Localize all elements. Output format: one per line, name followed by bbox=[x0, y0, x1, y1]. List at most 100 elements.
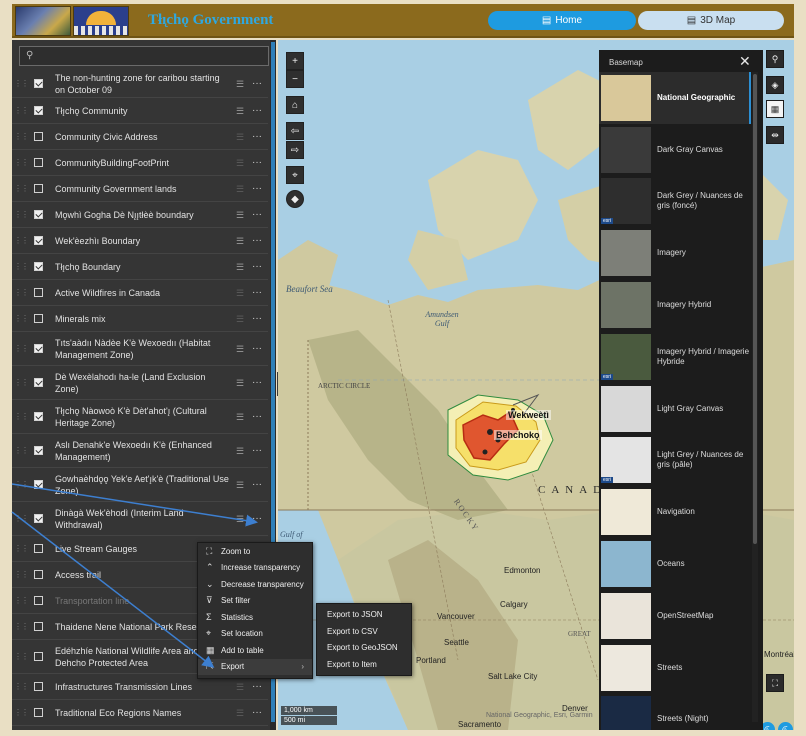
legend-icon[interactable]: ☰ bbox=[234, 157, 246, 169]
more-options-icon[interactable]: ··· bbox=[246, 131, 268, 143]
more-options-icon[interactable]: ··· bbox=[246, 343, 268, 355]
drag-handle-icon[interactable]: ⋮⋮ bbox=[14, 681, 29, 693]
more-options-icon[interactable]: ··· bbox=[246, 157, 268, 169]
zoom-out-button[interactable]: − bbox=[286, 70, 304, 88]
basemap-item[interactable]: National Geographic bbox=[599, 72, 751, 124]
drag-handle-icon[interactable]: ⋮⋮ bbox=[14, 183, 29, 195]
legend-icon[interactable]: ☰ bbox=[234, 445, 246, 457]
more-options-icon[interactable]: ··· bbox=[246, 377, 268, 389]
basemap-item[interactable]: OpenStreetMap bbox=[599, 590, 751, 642]
drag-handle-icon[interactable]: ⋮⋮ bbox=[14, 543, 29, 555]
drag-handle-icon[interactable]: ⋮⋮ bbox=[14, 209, 29, 221]
more-options-icon[interactable]: ··· bbox=[246, 209, 268, 221]
legend-icon[interactable]: ☰ bbox=[234, 261, 246, 273]
layer-visibility-checkbox[interactable] bbox=[34, 288, 43, 297]
layer-visibility-checkbox[interactable] bbox=[34, 314, 43, 323]
export-menu-item[interactable]: Export to GeoJSON bbox=[317, 640, 411, 657]
context-menu-item[interactable]: ⌖ Set location bbox=[198, 626, 312, 643]
drag-handle-icon[interactable]: ⋮⋮ bbox=[14, 595, 29, 607]
basemap-tool-button[interactable]: ▦ bbox=[766, 100, 784, 118]
basemap-item[interactable]: Streets (Night) bbox=[599, 694, 751, 730]
layer-visibility-checkbox[interactable] bbox=[34, 514, 43, 523]
layer-row[interactable]: ⋮⋮ Community Government lands ☰ ··· bbox=[12, 176, 268, 202]
compass-button[interactable]: ◆ bbox=[286, 190, 304, 208]
more-options-icon[interactable]: ··· bbox=[246, 105, 268, 117]
fullscreen-button[interactable]: ⛶ bbox=[766, 674, 784, 692]
legend-icon[interactable]: ☰ bbox=[234, 479, 246, 491]
basemap-item[interactable]: Dark Gray Canvas bbox=[599, 124, 751, 176]
layers-tool-button[interactable]: ◈ bbox=[766, 76, 784, 94]
legend-icon[interactable]: ☰ bbox=[234, 105, 246, 117]
layer-visibility-checkbox[interactable] bbox=[34, 652, 43, 661]
layer-row[interactable]: ⋮⋮ Gowhaèhdǫǫ Yek'e Aet'ı̨k'è (Traditiona… bbox=[12, 468, 268, 502]
layer-row[interactable]: ⋮⋮ CommunityBuildingFootPrint ☰ ··· bbox=[12, 150, 268, 176]
next-extent-button[interactable]: ⇨ bbox=[286, 141, 304, 159]
more-options-icon[interactable]: ··· bbox=[246, 261, 268, 273]
layer-visibility-checkbox[interactable] bbox=[34, 480, 43, 489]
layer-visibility-checkbox[interactable] bbox=[34, 262, 43, 271]
drag-handle-icon[interactable]: ⋮⋮ bbox=[14, 235, 29, 247]
more-options-icon[interactable]: ··· bbox=[246, 681, 268, 693]
more-options-icon[interactable]: ··· bbox=[246, 313, 268, 325]
layer-row[interactable]: ⋮⋮ Minerals mix ☰ ··· bbox=[12, 306, 268, 332]
more-options-icon[interactable]: ··· bbox=[246, 513, 268, 525]
close-icon[interactable]: ✕ bbox=[739, 53, 751, 70]
layer-row[interactable]: ⋮⋮ The non-hunting zone for caribou start… bbox=[12, 70, 268, 98]
legend-icon[interactable]: ☰ bbox=[234, 313, 246, 325]
drag-handle-icon[interactable]: ⋮⋮ bbox=[14, 569, 29, 581]
basemap-item[interactable]: Imagery Hybrid bbox=[599, 279, 751, 331]
context-menu-item[interactable]: ⇱ Export › bbox=[198, 658, 312, 675]
measure-tool-button[interactable]: ⇹ bbox=[766, 126, 784, 144]
layer-visibility-checkbox[interactable] bbox=[34, 132, 43, 141]
more-options-icon[interactable]: ··· bbox=[246, 411, 268, 423]
layer-visibility-checkbox[interactable] bbox=[34, 344, 43, 353]
basemap-item[interactable]: Oceans bbox=[599, 538, 751, 590]
layer-visibility-checkbox[interactable] bbox=[34, 184, 43, 193]
basemap-item[interactable]: esri Dark Grey / Nuances de gris (foncé) bbox=[599, 176, 751, 228]
tool-2-icon[interactable]: ⛏ bbox=[778, 722, 793, 730]
layer-visibility-checkbox[interactable] bbox=[34, 708, 43, 717]
more-options-icon[interactable]: ··· bbox=[246, 287, 268, 299]
basemap-item[interactable]: esri Light Grey / Nuances de gris (pâle) bbox=[599, 435, 751, 487]
legend-icon[interactable]: ☰ bbox=[234, 411, 246, 423]
legend-icon[interactable]: ☰ bbox=[234, 681, 246, 693]
layer-row[interactable]: ⋮⋮ Traditional Eco Regions Names ☰ ··· bbox=[12, 700, 268, 726]
drag-handle-icon[interactable]: ⋮⋮ bbox=[14, 313, 29, 325]
drag-handle-icon[interactable]: ⋮⋮ bbox=[14, 343, 29, 355]
home-extent-button[interactable]: ⌂ bbox=[286, 96, 304, 114]
drag-handle-icon[interactable]: ⋮⋮ bbox=[14, 287, 29, 299]
legend-icon[interactable]: ☰ bbox=[234, 513, 246, 525]
legend-icon[interactable]: ☰ bbox=[234, 131, 246, 143]
layer-visibility-checkbox[interactable] bbox=[34, 446, 43, 455]
layer-visibility-checkbox[interactable] bbox=[34, 378, 43, 387]
drag-handle-icon[interactable]: ⋮⋮ bbox=[14, 445, 29, 457]
layer-visibility-checkbox[interactable] bbox=[34, 622, 43, 631]
more-options-icon[interactable]: ··· bbox=[246, 445, 268, 457]
context-menu-item[interactable]: ⌄ Decrease transparency bbox=[198, 576, 312, 593]
more-options-icon[interactable]: ··· bbox=[246, 183, 268, 195]
search-tool-button[interactable]: ⚲ bbox=[766, 50, 784, 68]
drag-handle-icon[interactable]: ⋮⋮ bbox=[14, 513, 29, 525]
layer-visibility-checkbox[interactable] bbox=[34, 412, 43, 421]
layer-visibility-checkbox[interactable] bbox=[34, 158, 43, 167]
layer-visibility-checkbox[interactable] bbox=[34, 570, 43, 579]
basemap-scrollbar[interactable] bbox=[752, 72, 758, 722]
basemap-item[interactable]: Streets bbox=[599, 642, 751, 694]
layer-row[interactable]: ⋮⋮ Dè Wexèlahodı ha-le (Land Exclusion Zo… bbox=[12, 366, 268, 400]
more-options-icon[interactable]: ··· bbox=[246, 235, 268, 247]
layer-row[interactable]: ⋮⋮ Tłı̨chǫ Community ☰ ··· bbox=[12, 98, 268, 124]
layer-row[interactable]: ⋮⋮ Wek'èezhìı Boundary ☰ ··· bbox=[12, 228, 268, 254]
more-options-icon[interactable]: ··· bbox=[246, 78, 268, 90]
legend-icon[interactable]: ☰ bbox=[234, 343, 246, 355]
drag-handle-icon[interactable]: ⋮⋮ bbox=[14, 377, 29, 389]
layer-visibility-checkbox[interactable] bbox=[34, 210, 43, 219]
drag-handle-icon[interactable]: ⋮⋮ bbox=[14, 651, 29, 663]
legend-icon[interactable]: ☰ bbox=[234, 78, 246, 90]
drag-handle-icon[interactable]: ⋮⋮ bbox=[14, 157, 29, 169]
more-options-icon[interactable]: ··· bbox=[246, 479, 268, 491]
drag-handle-icon[interactable]: ⋮⋮ bbox=[14, 261, 29, 273]
context-menu-item[interactable]: ⊽ Set filter bbox=[198, 593, 312, 610]
drag-handle-icon[interactable]: ⋮⋮ bbox=[14, 78, 29, 90]
drag-handle-icon[interactable]: ⋮⋮ bbox=[14, 707, 29, 719]
basemap-item[interactable]: esri Imagery Hybrid / Imagerie Hybride bbox=[599, 331, 751, 383]
